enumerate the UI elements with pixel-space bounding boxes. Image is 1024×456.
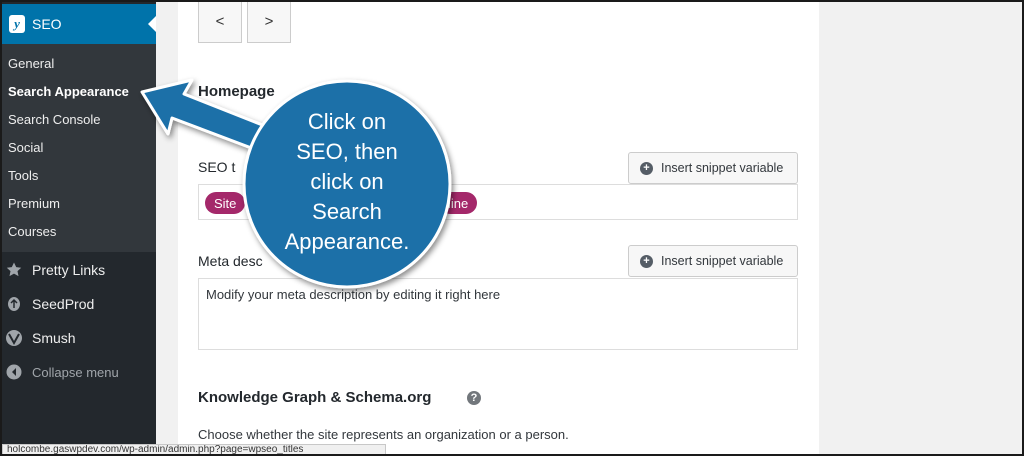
callout-line: Appearance. xyxy=(284,229,410,254)
callout-arrow-graphic xyxy=(140,78,452,289)
callout-line: click on xyxy=(310,169,384,194)
callout-line: Search xyxy=(312,199,382,224)
callout-line: SEO, then xyxy=(296,139,398,164)
callout-text: Click on SEO, then click on Search Appea… xyxy=(262,107,432,257)
callout-line: Click on xyxy=(307,109,387,134)
